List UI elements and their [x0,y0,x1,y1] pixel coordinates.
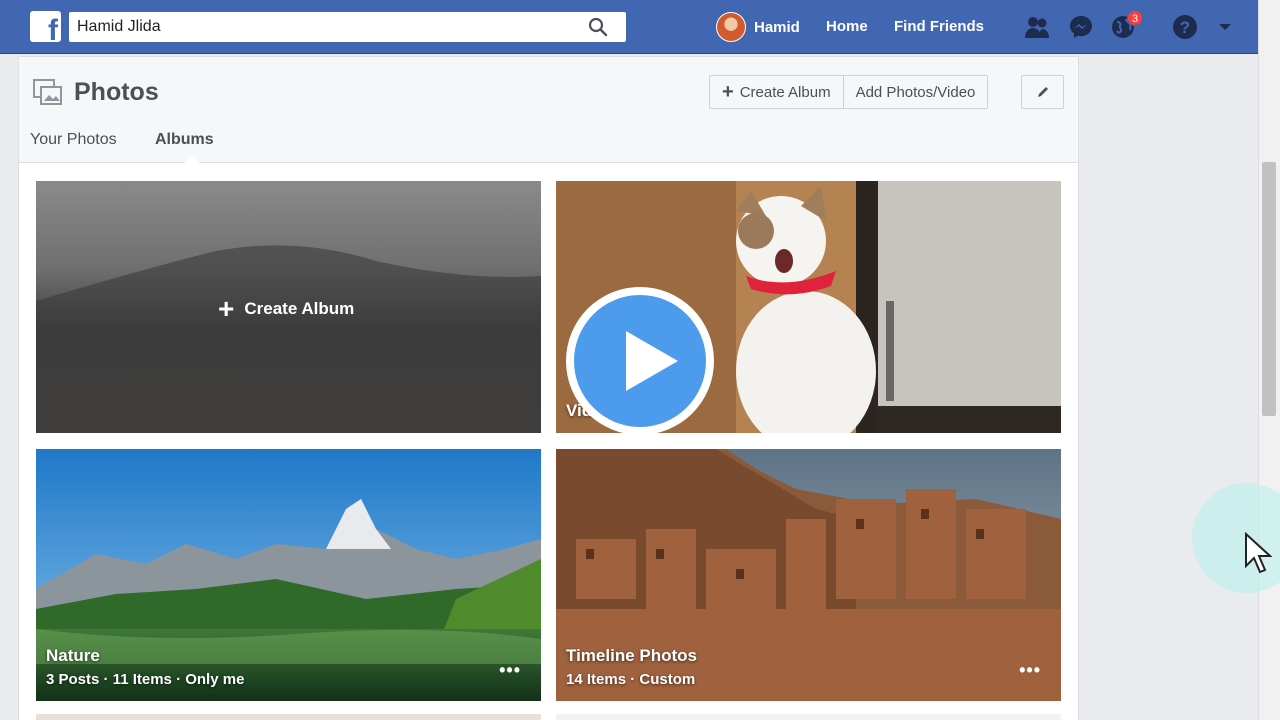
create-album-tile-label: + Create Album [218,295,354,323]
album-title: Nature [46,646,100,665]
create-album-tile-text: Create Album [244,299,355,318]
tab-albums[interactable]: Albums [155,131,214,149]
album-tile-timeline-photos[interactable]: Timeline Photos 14 Items · Custom ••• [556,449,1061,701]
create-album-button[interactable]: + Create Album [710,76,843,108]
help-icon[interactable]: ? [1172,14,1198,40]
album-meta: 3 Posts · 11 Items · Only me [46,671,245,688]
tab-your-photos[interactable]: Your Photos [30,131,117,149]
svg-text:?: ? [1180,18,1190,37]
more-options-icon[interactable]: ••• [499,660,521,681]
notification-badge: 3 [1127,10,1143,26]
avatar [716,12,746,42]
create-album-tile[interactable]: + Create Album [36,181,541,433]
create-album-label: Create Album [739,83,831,101]
edit-button[interactable] [1021,75,1064,109]
album-title: Timeline Photos [566,646,697,665]
mouse-cursor-icon [1245,532,1272,574]
pencil-icon [1037,87,1048,97]
search-box [69,12,626,42]
photos-icon [33,79,62,105]
add-photos-video-button[interactable]: Add Photos/Video [842,76,988,108]
facebook-logo-icon[interactable]: f [30,11,61,46]
plus-icon: + [722,81,734,103]
album-tile-nature[interactable]: Nature 3 Posts · 11 Items · Only me ••• [36,449,541,701]
album-tile-partial[interactable] [556,714,1061,720]
album-tile-partial[interactable] [36,714,541,720]
home-link[interactable]: Home [826,18,868,35]
play-button[interactable] [566,287,714,435]
top-navigation-bar: f Hamid Home Find Friends 3 ? [0,0,1258,54]
plus-icon: + [218,293,235,324]
friend-requests-icon[interactable] [1024,14,1050,40]
messenger-icon[interactable] [1068,14,1094,40]
active-tab-indicator [184,155,200,163]
photos-actions: + Create Album Add Photos/Video [709,75,989,109]
find-friends-link[interactable]: Find Friends [894,18,984,35]
nature-album-cover [36,449,541,701]
album-meta: 14 Items · Custom [566,671,696,688]
add-photos-video-label: Add Photos/Video [855,83,976,101]
profile-name: Hamid [754,18,800,36]
profile-link[interactable]: Hamid [716,12,800,42]
scrollbar-thumb[interactable] [1262,162,1276,416]
more-options-icon[interactable]: ••• [1019,660,1041,681]
search-input[interactable] [69,12,569,42]
account-menu-chevron-down-icon[interactable] [1212,14,1238,40]
page-title: Photos [74,78,159,106]
search-icon[interactable] [588,17,608,37]
photos-header: Photos + Create Album Add Photos/Video Y… [19,57,1078,163]
play-icon [574,295,706,427]
